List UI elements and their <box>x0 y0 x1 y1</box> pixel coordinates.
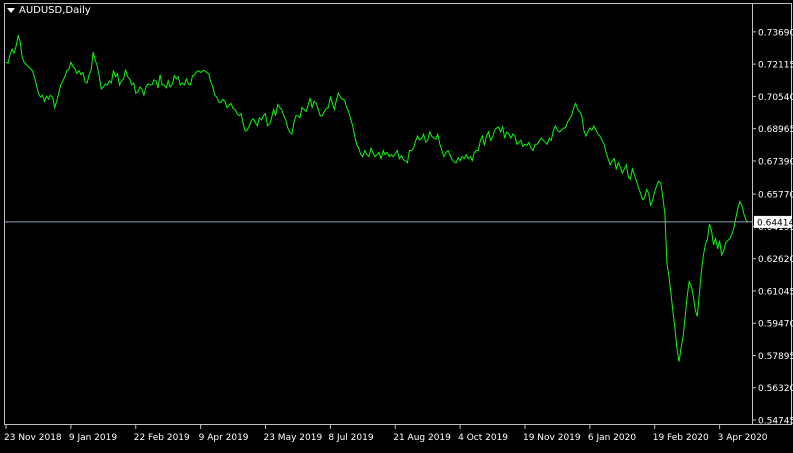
time-axis-label: 4 Oct 2019 <box>458 433 508 443</box>
chart-background <box>0 0 793 449</box>
chart-title: AUDUSD,Daily <box>19 5 91 16</box>
price-axis-label: 0.57895 <box>758 352 793 362</box>
time-axis-label: 3 Apr 2020 <box>718 433 768 443</box>
price-axis-label: 0.62620 <box>758 255 793 265</box>
price-axis-label: 0.65770 <box>758 191 793 201</box>
price-axis-label: 0.68965 <box>758 125 793 135</box>
price-axis-label: 0.73690 <box>758 28 793 38</box>
time-axis-label: 23 May 2019 <box>263 433 322 443</box>
price-axis-label: 0.72115 <box>758 61 793 71</box>
time-axis-label: 9 Apr 2019 <box>199 433 249 443</box>
price-chart[interactable]: AUDUSD,Daily 0.73690 0.72115 0.70540 0.6896… <box>0 0 793 449</box>
time-axis-label: 8 Jul 2019 <box>328 433 373 443</box>
time-axis-label: 21 Aug 2019 <box>393 433 451 443</box>
price-axis-label: 0.61045 <box>758 287 793 297</box>
time-axis-label: 23 Nov 2018 <box>4 433 62 443</box>
price-axis-label: 0.56320 <box>758 384 793 394</box>
time-axis-label: 19 Nov 2019 <box>523 433 581 443</box>
chart-window[interactable]: AUDUSD,Daily 0.73690 0.72115 0.70540 0.6896… <box>0 0 793 449</box>
price-axis-label: 0.67390 <box>758 157 793 167</box>
time-axis-label: 19 Feb 2020 <box>653 433 709 443</box>
price-axis-label: 0.70540 <box>758 93 793 103</box>
time-axis-label: 6 Jan 2020 <box>588 433 636 443</box>
time-axis-label: 9 Jan 2019 <box>69 433 117 443</box>
time-axis-label: 22 Feb 2019 <box>134 433 190 443</box>
price-axis-label: 0.59470 <box>758 320 793 330</box>
price-axis-label: 0.54745 <box>758 417 793 427</box>
bid-price-label: 0.64414 <box>757 218 793 228</box>
